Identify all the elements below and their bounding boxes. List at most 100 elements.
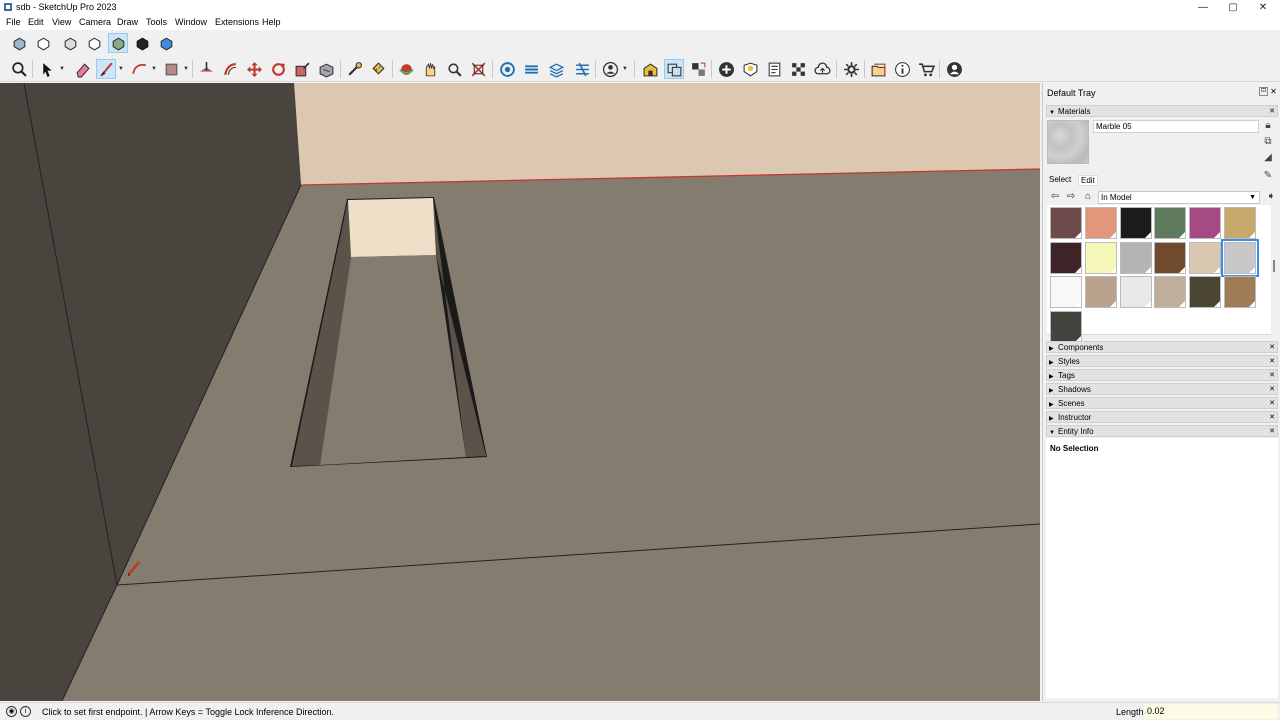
forward-arrow-icon[interactable]: ⇨ xyxy=(1065,191,1077,203)
settings-icon[interactable] xyxy=(841,59,861,79)
panel-close-icon[interactable]: ✕ xyxy=(1269,342,1275,353)
menu-camera[interactable]: Camera xyxy=(79,17,111,27)
lock-icon[interactable]: 🔒︎ xyxy=(1262,120,1274,132)
line-dropdown-icon[interactable]: ▼ xyxy=(118,59,124,79)
panel-instructor[interactable]: ▶ Instructor ✕ xyxy=(1046,411,1278,423)
menu-file[interactable]: File xyxy=(6,17,21,27)
menu-view[interactable]: View xyxy=(52,17,71,27)
cloud-icon[interactable] xyxy=(812,59,832,79)
material-swatch[interactable] xyxy=(1084,207,1117,239)
menu-draw[interactable]: Draw xyxy=(117,17,138,27)
default-material-icon[interactable]: ◢ xyxy=(1262,152,1274,164)
geolocation-icon[interactable]: ◉ xyxy=(6,706,17,717)
panel-tags[interactable]: ▶ Tags ✕ xyxy=(1046,369,1278,381)
menu-tools[interactable]: Tools xyxy=(146,17,167,27)
material-swatch[interactable] xyxy=(1224,276,1256,308)
tag-icon[interactable] xyxy=(740,59,760,79)
panel-materials[interactable]: ▼ Materials ✕ xyxy=(1046,105,1278,117)
menu-window[interactable]: Window xyxy=(175,17,207,27)
material-swatch[interactable] xyxy=(1189,276,1222,308)
material-swatch[interactable] xyxy=(1154,276,1187,308)
panel-close-icon[interactable]: ✕ xyxy=(1269,384,1275,395)
material-swatch[interactable] xyxy=(1221,238,1259,277)
front-view-icon[interactable] xyxy=(60,33,80,53)
iso-view-icon[interactable] xyxy=(9,33,29,53)
move-icon[interactable] xyxy=(244,59,264,79)
pattern-icon[interactable] xyxy=(788,59,808,79)
details-arrow-icon[interactable]: ➧ xyxy=(1265,191,1277,203)
material-name-field[interactable]: Marble 05 xyxy=(1093,120,1259,133)
material-swatch[interactable] xyxy=(1154,241,1187,274)
scrollbar-thumb[interactable] xyxy=(1273,260,1275,272)
swatch-scrollbar[interactable] xyxy=(1271,205,1277,335)
layers-icon[interactable] xyxy=(521,59,541,79)
back-arrow-icon[interactable]: ⇦ xyxy=(1049,191,1061,203)
warehouse-icon[interactable] xyxy=(640,59,660,79)
paint-bucket-icon[interactable] xyxy=(368,59,388,79)
maximize-button[interactable]: ▢ xyxy=(1218,1,1248,14)
account-icon[interactable] xyxy=(944,59,964,79)
close-button[interactable]: ✕ xyxy=(1248,1,1278,14)
menu-help[interactable]: Help xyxy=(262,17,281,27)
zoom-icon[interactable] xyxy=(9,59,29,79)
folder-icon[interactable] xyxy=(868,59,888,79)
back-wall[interactable] xyxy=(294,83,1040,185)
extension-icon[interactable] xyxy=(664,59,684,79)
panel-entity-info[interactable]: ▼ Entity Info ✕ xyxy=(1046,425,1278,437)
left-view-icon[interactable] xyxy=(132,33,152,53)
info-icon[interactable] xyxy=(892,59,912,79)
collection-select[interactable]: In Model ▼ xyxy=(1098,191,1260,204)
material-swatch[interactable] xyxy=(1050,207,1082,239)
panel-styles[interactable]: ▶ Styles ✕ xyxy=(1046,355,1278,367)
follow-me-icon[interactable] xyxy=(316,59,336,79)
rotate-icon[interactable] xyxy=(268,59,288,79)
back-view-icon[interactable] xyxy=(108,33,128,53)
panel-close-icon[interactable]: ✕ xyxy=(1269,398,1275,409)
orbit-icon[interactable] xyxy=(396,59,416,79)
material-swatch[interactable] xyxy=(1119,241,1152,274)
eraser-icon[interactable] xyxy=(72,59,92,79)
arc-dropdown-icon[interactable]: ▼ xyxy=(151,59,157,79)
tab-edit[interactable]: Edit xyxy=(1078,175,1098,186)
line-icon[interactable] xyxy=(96,59,116,79)
material-swatch[interactable] xyxy=(1189,207,1222,239)
add-icon[interactable] xyxy=(716,59,736,79)
offset-icon[interactable] xyxy=(220,59,240,79)
panel-close-icon[interactable]: ✕ xyxy=(1269,106,1275,117)
scale-icon[interactable] xyxy=(292,59,312,79)
bottom-view-icon[interactable] xyxy=(156,33,176,53)
report-icon[interactable] xyxy=(764,59,784,79)
select-dropdown-icon[interactable]: ▼ xyxy=(59,59,65,79)
menu-edit[interactable]: Edit xyxy=(28,17,44,27)
zoom-extents-icon[interactable] xyxy=(468,59,488,79)
rectangle-icon[interactable] xyxy=(161,59,181,79)
minimize-button[interactable]: — xyxy=(1188,1,1218,14)
material-swatch[interactable] xyxy=(1154,207,1187,239)
material-swatch[interactable] xyxy=(1050,276,1082,308)
panel-close-icon[interactable]: ✕ xyxy=(1269,356,1275,367)
material-swatch[interactable] xyxy=(1050,241,1082,274)
select-icon[interactable] xyxy=(37,59,57,79)
drawing-viewport[interactable] xyxy=(0,83,1040,701)
sample-paint-icon[interactable]: ✎ xyxy=(1262,170,1274,182)
cart-icon[interactable] xyxy=(916,59,936,79)
panel-shadows[interactable]: ▶ Shadows ✕ xyxy=(1046,383,1278,395)
panel-components[interactable]: ▶ Components ✕ xyxy=(1046,341,1278,353)
pin-icon[interactable]: ⊡ xyxy=(1259,87,1268,96)
tape-measure-icon[interactable] xyxy=(344,59,364,79)
rectangle-dropdown-icon[interactable]: ▼ xyxy=(183,59,189,79)
instructor-icon[interactable]: i xyxy=(20,706,31,717)
section-plane-icon[interactable] xyxy=(497,59,517,79)
outliner-icon[interactable] xyxy=(546,59,566,79)
top-view-icon[interactable] xyxy=(33,33,53,53)
right-view-icon[interactable] xyxy=(84,33,104,53)
panel-close-icon[interactable]: ✕ xyxy=(1269,370,1275,381)
arc-icon[interactable] xyxy=(129,59,149,79)
material-swatch[interactable] xyxy=(1189,241,1222,274)
material-swatch[interactable] xyxy=(1119,276,1152,308)
pan-icon[interactable] xyxy=(420,59,440,79)
layout-icon[interactable] xyxy=(688,59,708,79)
home-icon[interactable]: ⌂ xyxy=(1082,191,1094,203)
create-material-icon[interactable]: ⧉ xyxy=(1262,136,1274,148)
user-icon[interactable] xyxy=(600,59,620,79)
